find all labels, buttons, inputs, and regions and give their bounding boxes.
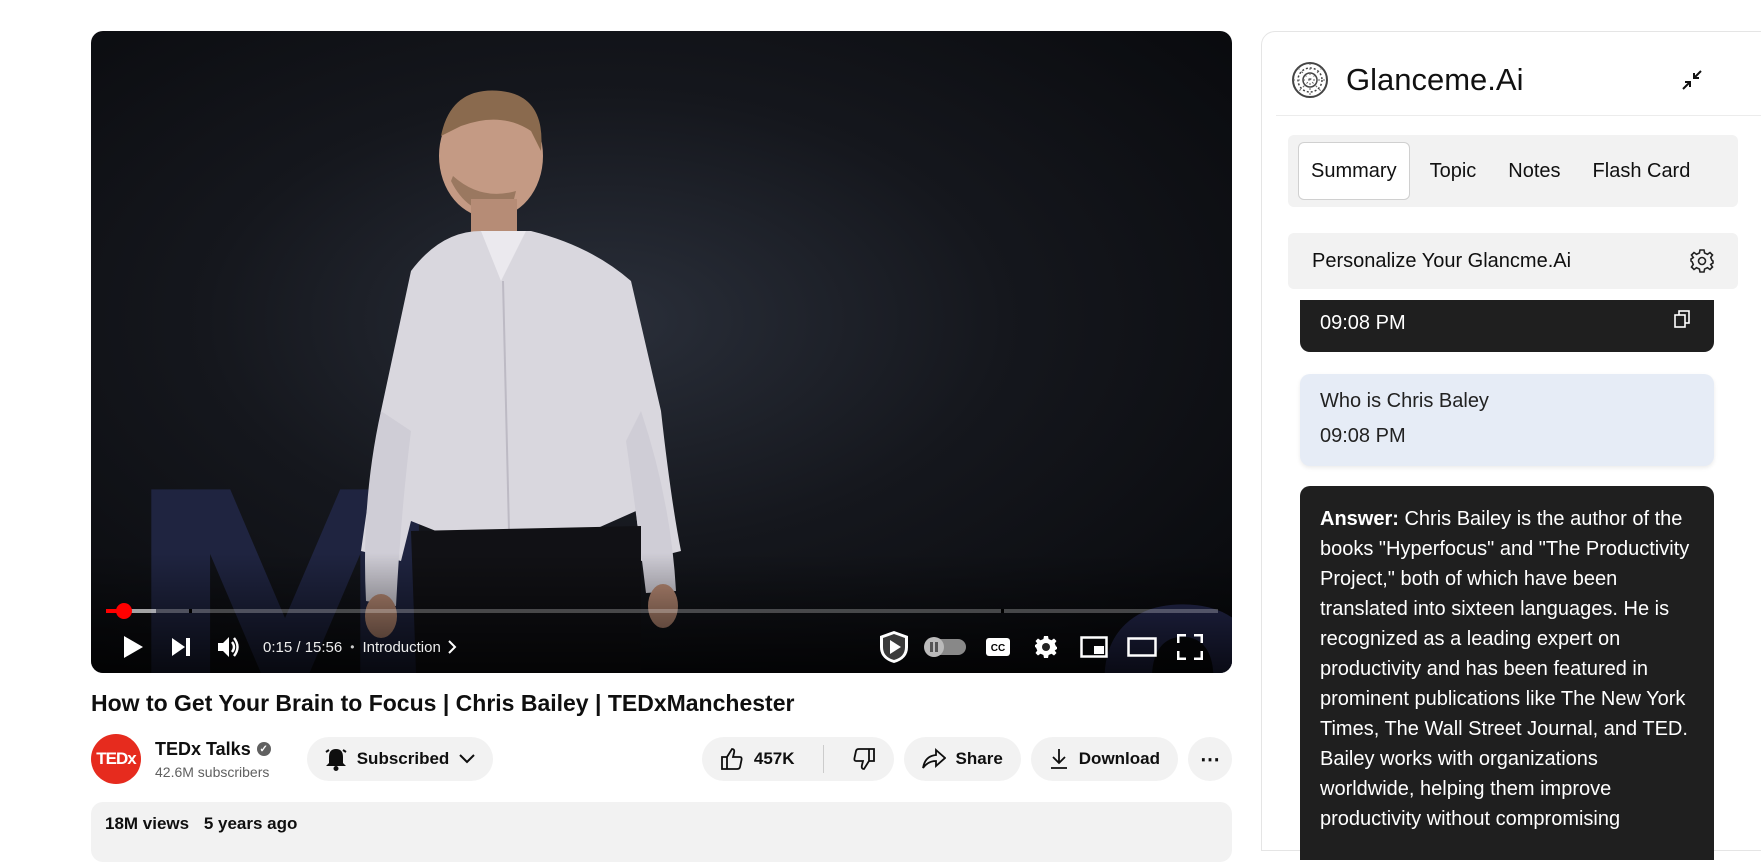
previous-answer-message: 09:08 PM (1300, 300, 1714, 352)
svg-text:CC: CC (991, 643, 1005, 654)
progress-bar[interactable] (106, 603, 1218, 619)
tab-summary[interactable]: Summary (1298, 142, 1410, 200)
glanceme-panel: Glanceme.Ai Summary Topic Notes Flash Ca… (1261, 31, 1761, 860)
previous-message-time: 09:08 PM (1320, 312, 1406, 334)
chapter-label: Introduction (362, 638, 441, 656)
question-text: Who is Chris Baley (1320, 390, 1489, 412)
personalize-bar[interactable]: Personalize Your Glancme.Ai (1288, 233, 1738, 289)
share-label: Share (955, 749, 1003, 768)
tab-flash-card[interactable]: Flash Card (1581, 142, 1703, 200)
player-controls: 0:15 / 15:56 • Introduction CC (91, 627, 1232, 667)
share-arrow-icon (921, 748, 946, 769)
like-count: 457K (753, 749, 795, 768)
fullscreen-icon[interactable] (1166, 627, 1214, 667)
gear-icon[interactable] (1690, 249, 1714, 273)
description-box[interactable]: 18M views 5 years ago (91, 802, 1232, 862)
more-actions-button[interactable]: ⋯ (1188, 737, 1232, 781)
channel-info: TEDx Talks ✓ 42.6M subscribers (155, 739, 271, 780)
chapter-marker (189, 609, 193, 613)
like-divider (822, 745, 824, 773)
download-icon (1050, 749, 1067, 769)
thumbs-down-icon (853, 748, 875, 770)
verified-check-icon: ✓ (256, 742, 271, 756)
chevron-right-icon (448, 640, 457, 654)
download-button[interactable]: Download (1030, 737, 1178, 781)
subscribed-button[interactable]: Subscribed (306, 737, 494, 781)
miniplayer-icon[interactable] (1070, 627, 1118, 667)
subscribed-label: Subscribed (356, 749, 450, 768)
question-time: 09:08 PM (1320, 425, 1406, 447)
panel-tabs: Summary Topic Notes Flash Card (1288, 135, 1738, 207)
next-icon[interactable] (157, 627, 205, 667)
captions-icon[interactable]: CC (974, 627, 1022, 667)
thumbs-up-icon (720, 748, 743, 770)
video-actions-row: TEDx TEDx Talks ✓ 42.6M subscribers Subs… (91, 731, 1232, 787)
upload-date: 5 years ago (203, 814, 298, 833)
video-player[interactable]: M o 0: (91, 31, 1232, 673)
ai-answer-message: Answer: Chris Bailey is the author of th… (1300, 486, 1714, 860)
chapter-marker (1001, 609, 1005, 613)
bell-icon (325, 749, 347, 771)
chevron-down-icon (459, 754, 476, 764)
copy-icon[interactable] (1674, 310, 1690, 334)
play-icon[interactable] (109, 627, 157, 667)
glanceme-logo-icon (1292, 62, 1328, 98)
channel-avatar[interactable]: TEDx (91, 734, 141, 784)
dislike-button[interactable] (834, 737, 894, 781)
time-display: 0:15 / 15:56 (263, 638, 343, 656)
tab-notes[interactable]: Notes (1496, 142, 1572, 200)
shield-play-icon[interactable] (870, 627, 918, 667)
subscriber-count: 42.6M subscribers (155, 763, 270, 780)
personalize-label: Personalize Your Glancme.Ai (1312, 249, 1572, 272)
panel-header: Glanceme.Ai (1276, 32, 1761, 116)
channel-name[interactable]: TEDx Talks (155, 739, 251, 760)
settings-gear-icon[interactable] (1022, 627, 1070, 667)
answer-text: Chris Bailey is the author of the books … (1320, 508, 1690, 830)
collapse-panel-icon[interactable] (1678, 66, 1706, 94)
chapter-button[interactable]: Introduction (362, 638, 457, 656)
download-label: Download (1078, 749, 1160, 768)
chat-history[interactable]: 09:08 PM Who is Chris Baley 09:08 PM Ans… (1288, 300, 1738, 860)
answer-prefix: Answer: (1320, 508, 1399, 530)
like-button[interactable]: 457K (702, 737, 813, 781)
volume-icon[interactable] (205, 627, 253, 667)
tab-topic[interactable]: Topic (1418, 142, 1489, 200)
autoplay-toggle[interactable] (918, 627, 974, 667)
user-question-message: Who is Chris Baley 09:08 PM (1300, 374, 1714, 466)
theater-mode-icon[interactable] (1118, 627, 1166, 667)
time-separator-dot: • (350, 640, 355, 654)
progress-scrubber[interactable] (115, 603, 132, 619)
panel-brand-title: Glanceme.Ai (1346, 62, 1524, 97)
share-button[interactable]: Share (903, 737, 1021, 781)
like-dislike-group: 457K (701, 737, 894, 781)
video-title: How to Get Your Brain to Focus | Chris B… (91, 690, 795, 716)
more-dots-icon: ⋯ (1200, 748, 1220, 771)
view-count: 18M views (105, 814, 190, 833)
